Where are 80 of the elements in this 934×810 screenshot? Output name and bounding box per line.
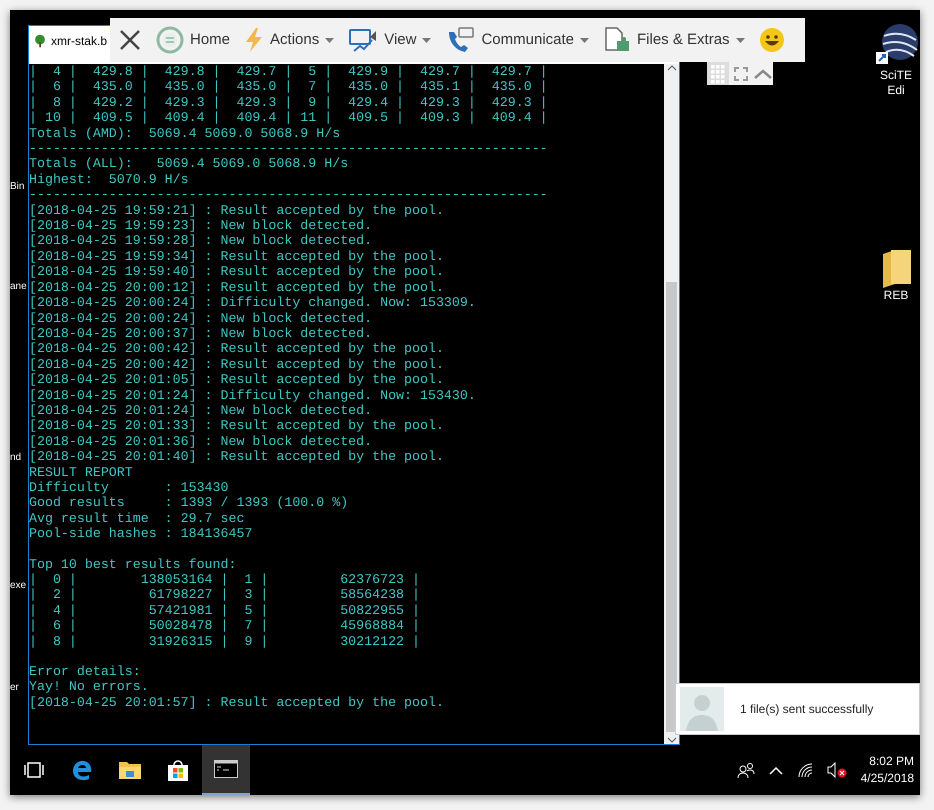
toolbar-menu-button[interactable]: Actions (244, 27, 334, 53)
task-view-icon (24, 761, 44, 779)
console-line: [2018-04-25 20:01:05] : Result accepted by the pool. (29, 372, 444, 388)
smiley-icon[interactable] (758, 27, 785, 53)
lightning-icon (244, 27, 264, 53)
console-line: [2018-04-25 19:59:21] : Result accepted by the pool. (29, 202, 444, 218)
store-bag-icon (166, 758, 190, 782)
clock-time[interactable]: 8:02 PM (869, 753, 914, 770)
desktop-icon-label: exe (10, 579, 26, 592)
console-line: [2018-04-25 20:00:24] : New block detected. (29, 310, 372, 326)
console-line: [2018-04-25 20:00:42] : Result accepted by the pool. (29, 341, 444, 357)
desktop-icon-label: ane (10, 280, 27, 293)
console-line: [2018-04-25 20:01:57] : Result accepted by the pool. (29, 694, 444, 710)
avatar-icon (680, 687, 724, 731)
console-line: Avg result time : 29.7 sec (29, 510, 244, 526)
folder-icon[interactable] (881, 248, 911, 288)
toolbar-menu-button[interactable]: Home (156, 26, 230, 54)
collapse-icon[interactable] (754, 68, 772, 78)
console-line: | 6 | 50028478 | 7 | 45968884 | (29, 618, 420, 634)
console-line: | 0 | 138053164 | 1 | 62376723 | (29, 572, 420, 588)
home-icon (156, 26, 184, 54)
console-line: ----------------------------------------------------------------- (29, 187, 548, 203)
console-line: [2018-04-25 20:01:40] : Result accepted by the pool. (29, 449, 444, 465)
monitor-icon (348, 27, 378, 53)
console-line: Difficulty : 153430 (29, 480, 228, 496)
console-line: | 8 | 429.2 | 429.3 | 429.3 | 9 | 429.4 | 429.3 | 429.3 | (29, 94, 548, 110)
scrollbar[interactable] (664, 64, 679, 744)
notification-message: 1 file(s) sent successfully (740, 701, 874, 718)
toolbar-menu-button[interactable]: View (348, 27, 432, 53)
console-line: | 6 | 435.0 | 435.0 | 435.0 | 7 | 435.0 | 435.1 | 435.0 | (29, 79, 548, 95)
console-line: Good results : 1393 / 1393 (100.0 %) (29, 495, 348, 511)
toolbar-menu-button[interactable]: Files & Extras (603, 26, 745, 54)
desktop-icon-label: SciTE (880, 68, 912, 83)
grip-icon[interactable] (707, 62, 729, 85)
desktop-icon-label: er (10, 681, 19, 694)
console-line: [2018-04-25 19:59:28] : New block detected. (29, 233, 372, 249)
console-line: [2018-04-25 20:01:36] : New block detected. (29, 434, 372, 450)
console-line: [2018-04-25 20:01:24] : Difficulty changed. Now: 153430. (29, 388, 476, 403)
console-line: Pool-side hashes : 184136457 (29, 526, 252, 542)
close-icon[interactable] (118, 28, 142, 52)
console-line: ----------------------------------------------------------------- (29, 141, 548, 156)
console-line: [2018-04-25 20:00:24] : Difficulty changed. Now: 153309. (29, 295, 476, 310)
desktop-icon-label: nd (10, 451, 22, 464)
console-line: | 4 | 57421981 | 5 | 50822955 | (29, 602, 420, 618)
console-line: [2018-04-25 20:01:33] : Result accepted by the pool. (29, 418, 444, 434)
console-line: Highest: 5070.9 H/s (29, 172, 189, 188)
console-line: [2018-04-25 20:01:24] : New block detected. (29, 402, 372, 418)
console-line: Totals (ALL): 5069.4 5069.0 5068.9 H/s (29, 156, 348, 172)
wifi-icon[interactable] (796, 762, 813, 778)
console-line: [2018-04-25 20:00:12] : Result accepted by the pool. (29, 280, 444, 296)
chevron-up-icon[interactable] (768, 766, 783, 774)
fullscreen-icon[interactable] (734, 66, 748, 80)
console-line: | 2 | 61798227 | 3 | 58564238 | (29, 587, 420, 603)
console-line: | 4 | 429.8 | 429.8 | 429.7 | 5 | 429.9 | 429.7 | 429.7 | (29, 64, 548, 80)
console-line: Top 10 best results found: (29, 556, 236, 572)
console-line: [2018-04-25 19:59:23] : New block detected. (29, 218, 372, 234)
desktop-icon-label: Edi (887, 83, 905, 98)
people-icon[interactable] (736, 761, 755, 779)
console-line: Totals (AMD): 5069.4 5069.0 5068.9 H/s (29, 126, 340, 142)
console-line: RESULT REPORT (29, 464, 133, 480)
browser-icon (70, 758, 94, 782)
scroll-down-icon[interactable] (666, 736, 676, 744)
console-line: | 10 | 409.5 | 409.4 | 409.4 | 11 | 409.5 | 409.3 | 409.4 | (29, 110, 548, 126)
console-line: | 8 | 31926315 | 9 | 30212122 | (29, 634, 420, 650)
console-line: Yay! No errors. (29, 679, 149, 695)
clock-date[interactable]: 4/25/2018 (860, 770, 914, 787)
taskbar-button[interactable] (202, 745, 250, 795)
console-line: [2018-04-25 19:59:40] : Result accepted by the pool. (29, 264, 444, 280)
desktop-icon-label: Bin (10, 180, 24, 193)
scroll-up-icon[interactable] (666, 64, 676, 72)
console-line: Error details: (29, 664, 141, 680)
desktop-icon-label: REB (884, 288, 908, 303)
toolbar-menu-button[interactable]: Communicate (445, 26, 590, 54)
terminal-icon (214, 760, 238, 778)
console-line: [2018-04-25 19:59:34] : Result accepted by the pool. (29, 248, 444, 264)
volume-muted-icon[interactable] (826, 762, 847, 778)
console-line: [2018-04-25 20:00:37] : New block detected. (29, 326, 372, 342)
folder-icon (118, 759, 142, 781)
file-puzzle-icon (603, 26, 632, 54)
console-line: [2018-04-25 20:00:42] : Result accepted by the pool. (29, 356, 444, 372)
